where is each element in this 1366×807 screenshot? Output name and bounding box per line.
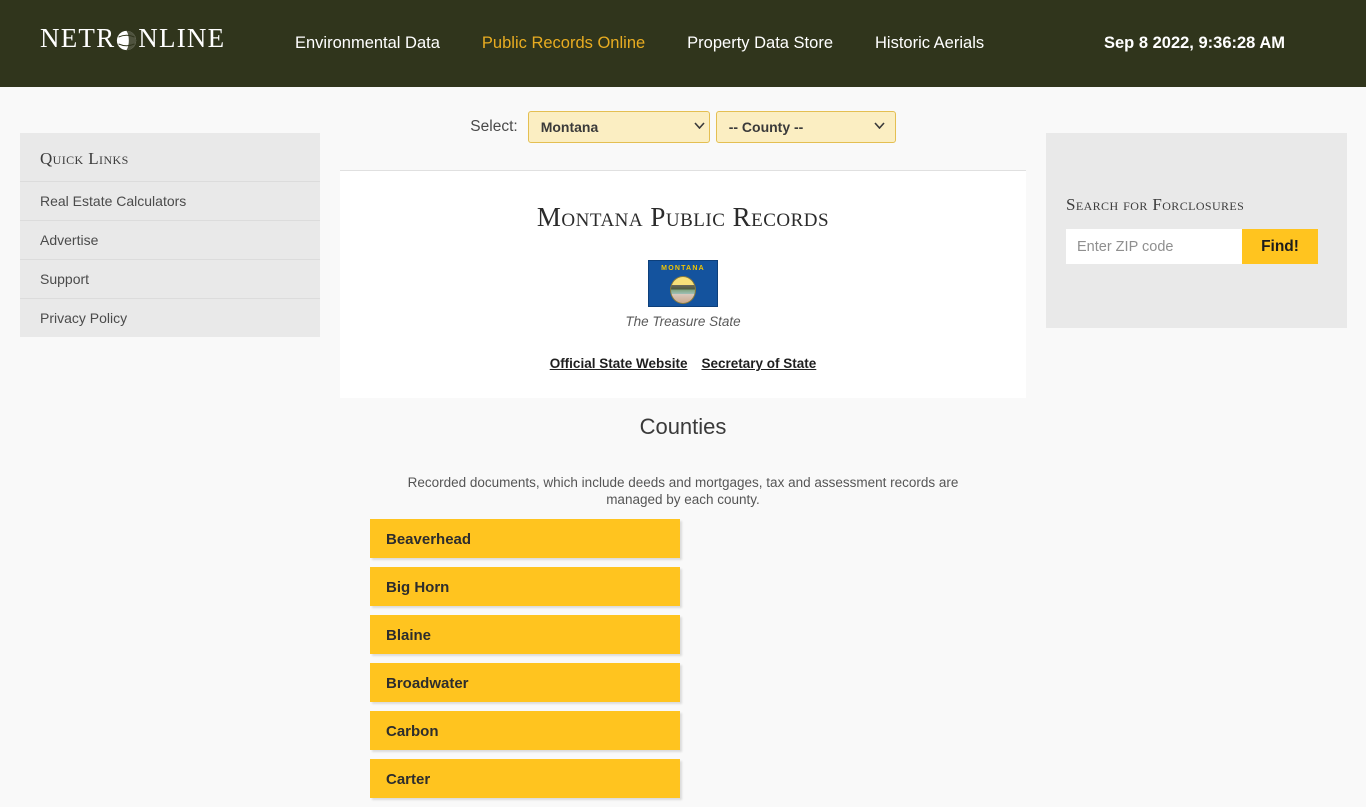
find-button[interactable]: Find! [1242,229,1318,264]
county-button-carter[interactable]: Carter [370,759,680,798]
header-datetime: Sep 8 2022, 9:36:28 AM [1104,34,1285,52]
county-button-blaine[interactable]: Blaine [370,615,680,654]
page-title: Montana Public Records [536,202,830,232]
foreclosure-search-panel: Search for Forclosures Find! [1046,133,1347,328]
secretary-of-state-link[interactable]: Secretary of State [701,356,816,371]
sidebar-item-support[interactable]: Support [20,259,320,298]
netronline-logo[interactable]: NETR NLINE [40,25,225,52]
sidebar-item-advertise[interactable]: Advertise [20,220,320,259]
county-button-beaverhead[interactable]: Beaverhead [370,519,680,558]
county-select[interactable]: -- County -- [715,111,896,143]
counties-heading: Counties [639,414,727,439]
county-button-big-horn[interactable]: Big Horn [370,567,680,606]
nav-item-public-records-online[interactable]: Public Records Online [482,34,671,53]
select-label: Select: [470,118,518,135]
state-select-wrapper: Montana [527,111,716,143]
official-state-website-link[interactable]: Official State Website [550,356,688,371]
main-navigation: Environmental Data Public Records Online… [295,0,1026,87]
county-button-carbon[interactable]: Carbon [370,711,680,750]
county-select-wrapper: -- County -- [715,111,896,143]
top-header-bar: NETR NLINE Environmental Data Public Rec… [0,0,1366,87]
quick-links-panel: Quick Links Real Estate Calculators Adve… [20,133,320,337]
state-motto: The Treasure State [625,314,741,329]
county-button-broadwater[interactable]: Broadwater [370,663,680,702]
foreclosure-search-form: Find! [1066,229,1347,264]
sidebar-item-privacy-policy[interactable]: Privacy Policy [20,298,320,337]
sidebar-item-real-estate-calculators[interactable]: Real Estate Calculators [20,181,320,220]
flag-seal [670,276,696,304]
flag-banner-text: MONTANA [661,265,705,272]
counties-description: Recorded documents, which include deeds … [407,474,959,508]
logo-text-before: NETR [40,23,116,53]
nav-item-historic-aerials[interactable]: Historic Aerials [875,34,1010,53]
zip-code-input[interactable] [1066,229,1242,264]
logo-text-after: NLINE [138,23,226,53]
foreclosure-search-title: Search for Forclosures [1066,195,1245,214]
nav-item-environmental-data[interactable]: Environmental Data [295,34,466,53]
state-external-links: Official State Website Secretary of Stat… [340,356,1026,371]
county-list: Beaverhead Big Horn Blaine Broadwater Ca… [370,519,680,807]
nav-item-property-data-store[interactable]: Property Data Store [687,34,859,53]
quick-links-title: Quick Links [40,149,129,168]
globe-icon [116,29,137,51]
state-county-selector-row: Select: Montana -- County -- [340,110,1026,144]
state-flag-image: MONTANA [648,260,718,307]
state-info-card: Montana Public Records MONTANA The Treas… [340,171,1026,398]
state-select[interactable]: Montana [527,111,710,143]
